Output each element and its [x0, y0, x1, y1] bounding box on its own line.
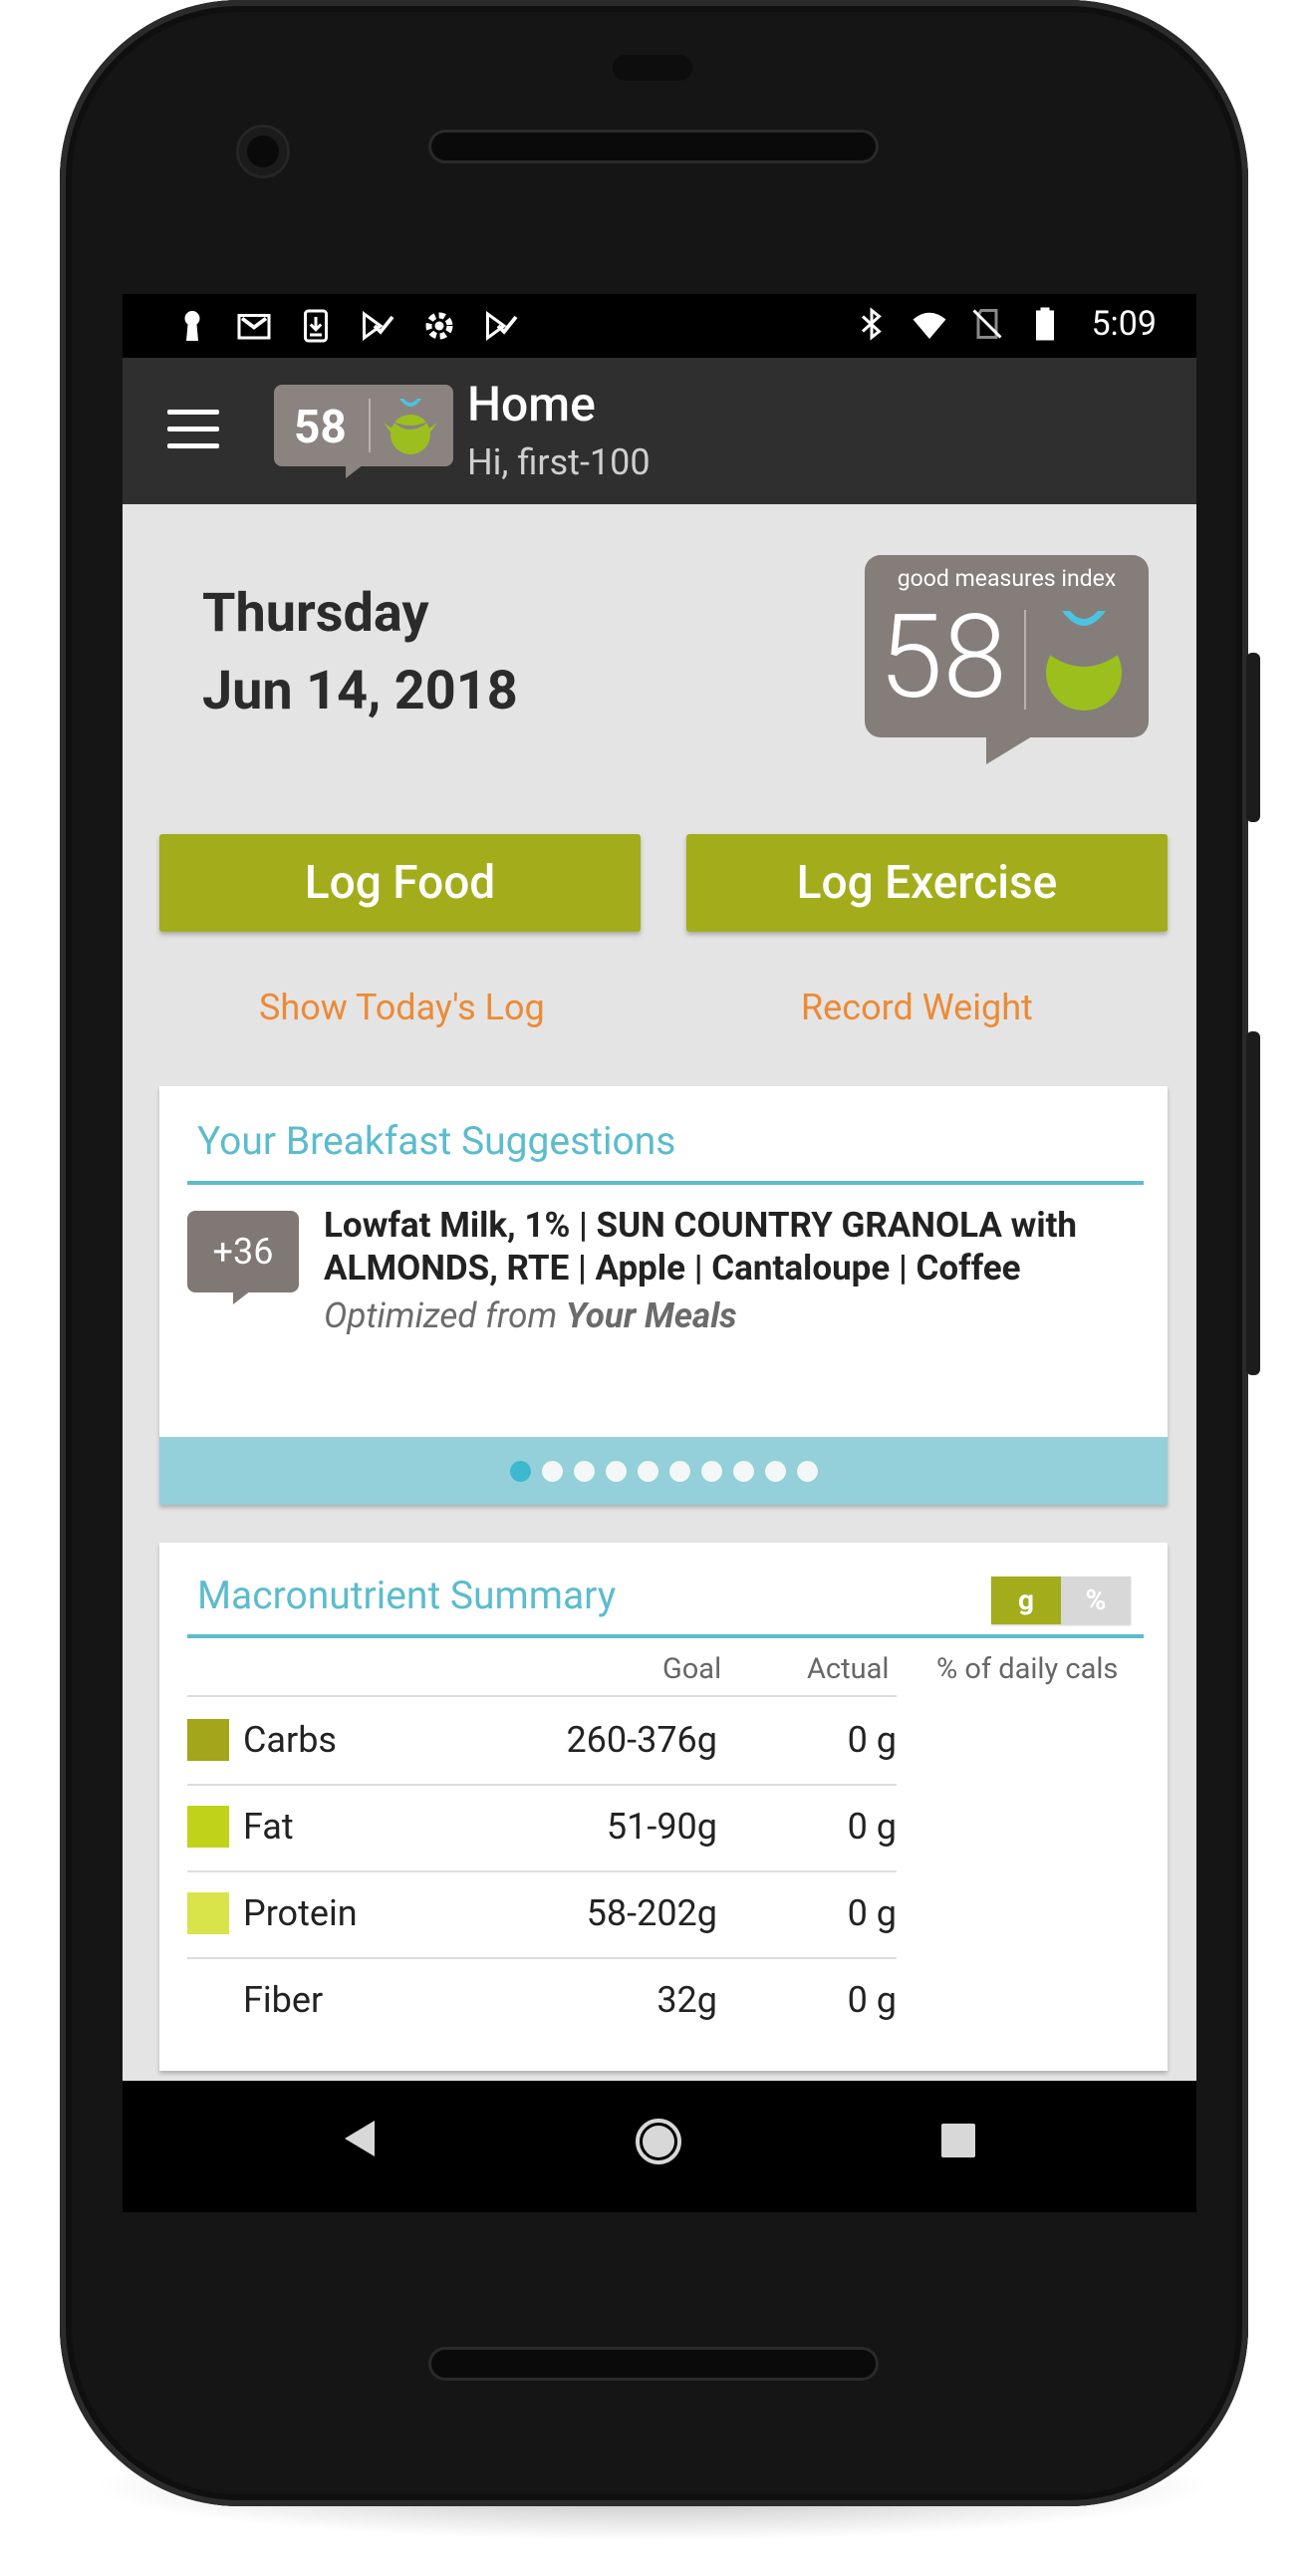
- score-delta-badge: +36: [187, 1211, 299, 1304]
- pager-dot[interactable]: [732, 1460, 754, 1482]
- hamburger-menu-icon[interactable]: [167, 410, 219, 451]
- greeting: Hi, first-100: [467, 441, 651, 483]
- gmi-label: good measures index: [897, 565, 1117, 592]
- download-icon: [296, 306, 336, 346]
- table-row: Fiber 32g 0 g: [187, 1957, 897, 2044]
- no-sim-icon: [967, 304, 1007, 344]
- nutrient-actual: 0 g: [847, 1979, 897, 2021]
- nutrient-goal: 32g: [656, 1979, 717, 2021]
- screen: 5:09 58 Home Hi, first-100 Thursday Jun …: [123, 294, 1196, 2212]
- gmi-mini-badge[interactable]: 58: [274, 385, 453, 478]
- pager-dot[interactable]: [668, 1460, 690, 1482]
- color-swatch: [187, 1892, 229, 1934]
- nutrient-goal: 260-376g: [566, 1719, 717, 1761]
- back-icon[interactable]: [345, 2121, 375, 2156]
- nutrient-actual: 0 g: [847, 1892, 897, 1934]
- table-row: Carbs 260-376g 0 g: [187, 1697, 897, 1784]
- suggestion-items[interactable]: Lowfat Milk, 1% | SUN COUNTRY GRANOLA wi…: [324, 1204, 1141, 1289]
- macro-card-title: Macronutrient Summary: [197, 1573, 617, 1618]
- title-divider: [187, 1634, 1144, 1638]
- page-title: Home: [467, 376, 596, 432]
- suggestion-pager[interactable]: [159, 1437, 1168, 1505]
- top-speaker: [428, 130, 879, 163]
- nutrient-name: Carbs: [243, 1719, 338, 1761]
- good-measures-logo-icon: [1042, 611, 1126, 711]
- weekday: Thursday: [202, 582, 429, 645]
- breakfast-card-title: Your Breakfast Suggestions: [197, 1118, 676, 1164]
- gmi-mini-score: 58: [294, 401, 347, 454]
- macronutrient-summary-card: Macronutrient Summary g % Goal Actual % …: [159, 1543, 1168, 2071]
- pager-dot[interactable]: [764, 1460, 786, 1482]
- log-food-button[interactable]: Log Food: [159, 834, 641, 932]
- column-header-pct: % of daily cals: [936, 1652, 1119, 1686]
- pager-dot[interactable]: [605, 1460, 627, 1482]
- pager-dot[interactable]: [541, 1460, 563, 1482]
- pager-dot[interactable]: [700, 1460, 722, 1482]
- settings-cog-icon: [419, 306, 459, 346]
- date-text: Jun 14, 2018: [202, 660, 518, 722]
- recent-apps-icon[interactable]: [941, 2124, 975, 2157]
- unit-toggle[interactable]: g %: [991, 1576, 1131, 1624]
- nutrient-goal: 58-202g: [586, 1892, 717, 1934]
- app-bar: 58 Home Hi, first-100: [123, 358, 1196, 504]
- nutrient-goal: 51-90g: [606, 1806, 717, 1848]
- record-weight-link[interactable]: Record Weight: [801, 987, 1033, 1028]
- nutrient-name: Fat: [243, 1806, 294, 1848]
- earpiece-slot: [613, 55, 692, 81]
- pager-dot[interactable]: [637, 1460, 658, 1482]
- color-swatch: [187, 1806, 229, 1848]
- bluetooth-icon: [852, 304, 892, 344]
- log-exercise-button[interactable]: Log Exercise: [686, 834, 1168, 932]
- gmail-icon: [234, 306, 274, 346]
- optimized-from-label: Optimized from Your Meals: [324, 1295, 737, 1336]
- wifi-icon: [910, 304, 949, 344]
- table-row: Protein 58-202g 0 g: [187, 1870, 897, 1957]
- bottom-speaker: [428, 2347, 879, 2381]
- gmi-score: 58: [879, 590, 1007, 725]
- title-divider: [187, 1181, 1144, 1185]
- date-block: Thursday Jun 14, 2018: [202, 575, 518, 730]
- power-button: [1246, 653, 1260, 822]
- table-row: Fat 51-90g 0 g: [187, 1784, 897, 1870]
- clock: 5:09: [1091, 304, 1157, 344]
- home-icon[interactable]: [636, 2119, 681, 2164]
- system-nav-bar: [123, 2081, 1196, 2212]
- pager-dot[interactable]: [796, 1460, 818, 1482]
- checklist-icon: [358, 306, 397, 346]
- column-header-actual: Actual: [807, 1652, 890, 1686]
- front-camera: [239, 128, 287, 175]
- breakfast-suggestions-card[interactable]: Your Breakfast Suggestions +36 Lowfat Mi…: [159, 1086, 1168, 1505]
- pager-dot[interactable]: [509, 1460, 531, 1482]
- color-swatch: [187, 1979, 229, 2021]
- gmi-badge[interactable]: good measures index 58: [865, 555, 1149, 764]
- show-todays-log-link[interactable]: Show Today's Log: [259, 987, 545, 1028]
- column-header-goal: Goal: [662, 1652, 722, 1686]
- nutrient-name: Fiber: [243, 1979, 324, 2021]
- nutrient-actual: 0 g: [847, 1719, 897, 1761]
- percent-toggle-button[interactable]: %: [1061, 1576, 1131, 1624]
- good-measures-logo-icon: [384, 399, 437, 454]
- grams-toggle-button[interactable]: g: [991, 1576, 1061, 1624]
- checklist-icon: [481, 306, 521, 346]
- status-bar: 5:09: [123, 294, 1196, 358]
- battery-icon: [1025, 304, 1065, 344]
- color-swatch: [187, 1719, 229, 1761]
- nutrient-name: Protein: [243, 1892, 358, 1934]
- optimized-source: Your Meals: [565, 1295, 737, 1336]
- volume-rocker: [1246, 1031, 1260, 1375]
- pager-dot[interactable]: [573, 1460, 595, 1482]
- nutrient-actual: 0 g: [847, 1806, 897, 1848]
- keyhole-icon: [172, 306, 212, 346]
